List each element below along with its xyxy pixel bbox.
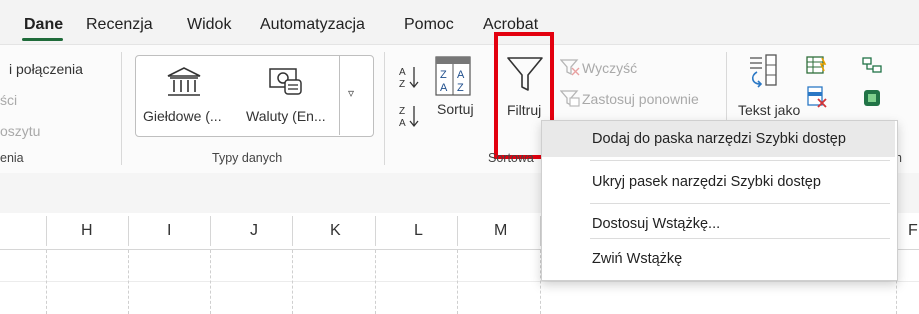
column-header-k[interactable]: K (330, 222, 341, 240)
menu-item-collapse-ribbon[interactable]: Zwiń Wstążkę (542, 241, 895, 277)
flash-fill-icon[interactable] (806, 56, 828, 76)
clear-filter-icon (560, 59, 580, 76)
cell-gridline (210, 250, 211, 314)
svg-text:A: A (399, 67, 406, 78)
group-label-sort-filter: Sortowa (488, 151, 534, 165)
reapply-button[interactable]: Zastosuj ponownie (582, 91, 699, 107)
queries-connections-button[interactable]: i połączenia (9, 61, 83, 77)
column-header-f[interactable]: F (908, 222, 918, 240)
column-divider[interactable] (46, 216, 47, 246)
menu-separator (590, 203, 890, 204)
sort-dialog-icon: Z A A Z (435, 56, 471, 96)
tab-dane[interactable]: Dane (24, 16, 63, 34)
svg-text:A: A (440, 82, 448, 94)
cell-gridline (292, 250, 293, 314)
text-to-columns-icon (750, 54, 777, 88)
reapply-filter-icon (560, 90, 580, 107)
group-label-data-types: Typy danych (212, 151, 283, 165)
tab-recenzja[interactable]: Recenzja (86, 16, 153, 34)
column-header-h[interactable]: H (81, 222, 93, 240)
page-break-line (46, 250, 47, 314)
menu-separator (590, 160, 890, 161)
group-label-connections: enia (0, 151, 24, 165)
currency-data-type-button[interactable]: Waluty (En... (246, 108, 326, 124)
svg-text:A: A (457, 69, 465, 81)
column-divider[interactable] (292, 216, 293, 246)
group-separator (121, 52, 122, 165)
cell-gridline (375, 250, 376, 314)
data-model-icon[interactable] (862, 88, 882, 108)
currency-money-icon (269, 68, 302, 95)
page-break-line (128, 250, 129, 314)
menu-item-label: Ukryj pasek narzędzi Szybki dostęp (592, 174, 821, 190)
tab-pomoc[interactable]: Pomoc (404, 16, 454, 34)
column-header-l[interactable]: L (414, 222, 423, 240)
tab-automatyzacja[interactable]: Automatyzacja (260, 16, 365, 34)
column-divider[interactable] (128, 216, 129, 246)
column-divider[interactable] (457, 216, 458, 246)
svg-text:Z: Z (399, 79, 405, 90)
menu-item-hide-quick-access[interactable]: Ukryj pasek narzędzi Szybki dostęp (542, 164, 895, 200)
remove-duplicates-icon[interactable] (806, 86, 828, 110)
edit-links-button[interactable]: oszytu (0, 123, 40, 139)
stocks-data-type-button[interactable]: Giełdowe (... (143, 108, 222, 124)
menu-item-customize-ribbon[interactable]: Dostosuj Wstążkę... (542, 206, 895, 242)
menu-item-add-to-quick-access[interactable]: Dodaj do paska narzędzi Szybki dostęp (542, 121, 895, 157)
ribbon-tab-bar: Dane Recenzja Widok Automatyzacja Pomoc … (0, 0, 919, 41)
svg-text:Z: Z (457, 82, 464, 94)
gallery-divider (339, 55, 340, 135)
tab-widok[interactable]: Widok (187, 16, 231, 34)
menu-item-label: Dostosuj Wstążkę... (592, 216, 721, 232)
clear-button[interactable]: Wyczyść (582, 60, 637, 76)
active-tab-indicator (22, 38, 63, 41)
group-separator (384, 52, 385, 165)
sort-descending-icon[interactable]: Z A (399, 103, 419, 129)
menu-item-label: Dodaj do paska narzędzi Szybki dostęp (592, 131, 846, 147)
svg-text:A: A (399, 118, 406, 129)
svg-text:Z: Z (399, 106, 405, 117)
column-header-m[interactable]: M (494, 222, 507, 240)
text-to-columns-button[interactable]: Tekst jako (738, 102, 800, 118)
sort-ascending-icon[interactable]: A Z (399, 64, 419, 90)
column-header-i[interactable]: I (167, 222, 171, 240)
cell-gridline (457, 250, 458, 314)
menu-item-label: Zwiń Wstążkę (592, 251, 683, 267)
relationships-icon[interactable] (862, 56, 882, 76)
row-gridline (0, 281, 919, 282)
sort-button[interactable]: Sortuj (437, 101, 474, 117)
column-header-j[interactable]: J (250, 222, 258, 240)
menu-separator (590, 238, 890, 239)
properties-button[interactable]: ści (0, 92, 17, 108)
svg-text:Z: Z (440, 69, 447, 81)
stocks-bank-icon (167, 67, 201, 96)
column-divider[interactable] (375, 216, 376, 246)
gallery-expand-icon[interactable]: ▿ (348, 86, 354, 100)
column-divider[interactable] (210, 216, 211, 246)
